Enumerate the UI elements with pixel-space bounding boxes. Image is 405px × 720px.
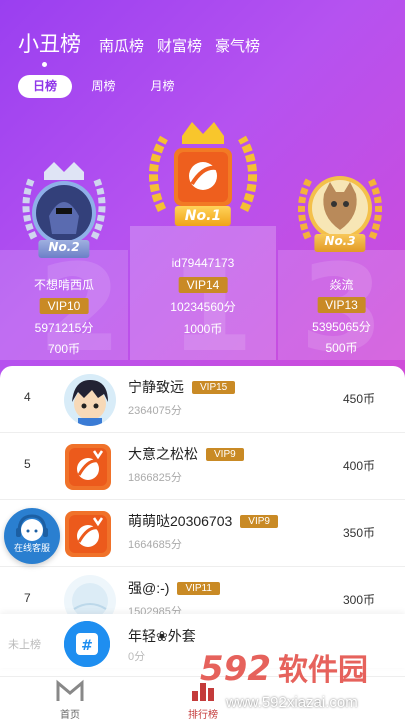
avatar: #	[64, 621, 110, 667]
watermark-url: www.592xiazai.com	[226, 694, 358, 711]
user-score: 2364075分	[128, 405, 182, 417]
period-tabs: 日榜 周榜 月榜	[18, 75, 194, 98]
podium-second-name: 不想啃西瓜	[33, 278, 94, 292]
app-logo-icon	[65, 444, 111, 490]
podium-third-coins: 500币	[325, 341, 358, 355]
list-item[interactable]: 5 大意之松松 VIP9 1866825分 400币	[0, 433, 405, 500]
podium-second-score: 5971215分	[34, 321, 94, 335]
nav-home[interactable]: 首页	[50, 679, 90, 720]
rank-badge: No.3	[314, 234, 366, 252]
tab-generous-ranking[interactable]: 豪气榜	[215, 35, 260, 56]
rank-badge: No.2	[38, 240, 90, 258]
rank-badge: No.1	[174, 206, 232, 226]
podium-second[interactable]: No.2 不想啃西瓜 VIP10 5971215分 700币	[0, 150, 128, 360]
user-name: 强@:-) VIP11	[128, 578, 220, 598]
my-rank-status: 未上榜	[8, 639, 41, 651]
silver-laurel-medal: No.2	[14, 158, 114, 258]
user-score: 1664685分	[128, 539, 182, 551]
avatar	[64, 443, 112, 491]
cartoon-boy-avatar-icon	[64, 374, 116, 426]
coin-amount: 400币	[342, 459, 375, 473]
svg-text:软件园: 软件园	[278, 653, 368, 688]
user-score: 1866825分	[128, 472, 182, 484]
my-score: 0分	[128, 651, 146, 663]
home-m-icon	[56, 679, 84, 701]
list-item[interactable]: 6 萌萌哒20306703VIP9 1664685分 350币	[0, 500, 405, 567]
rank-number: 5	[24, 457, 31, 471]
user-name: 宁静致远 VIP15	[128, 377, 236, 397]
vip-badge: VIP9	[240, 515, 278, 528]
podium-first-vip: VIP14	[178, 277, 228, 293]
tab-monthly[interactable]: 月榜	[135, 75, 190, 98]
podium-first-score: 10234560分	[170, 300, 236, 314]
podium-pillar	[130, 226, 276, 360]
ranking-type-tabs: 小丑榜 南瓜榜 财富榜 豪气榜	[18, 28, 273, 67]
vip-badge: VIP15	[192, 381, 236, 394]
podium-second-coins: 700币	[47, 342, 81, 356]
vip-badge: VIP9	[206, 448, 244, 461]
leaderboard-hero: 2 1 3 小丑榜 南瓜榜 财富榜 豪气榜 日榜 周榜 月榜 No.2 不想	[0, 0, 405, 378]
coin-amount: 350币	[342, 526, 375, 540]
svg-text:#: #	[81, 638, 93, 654]
podium-third-score: 5395065分	[312, 320, 371, 334]
rank-number: 4	[24, 390, 31, 404]
svg-text:592: 592	[200, 649, 271, 689]
my-name: 年轻❀外套	[128, 628, 196, 644]
user-name: 萌萌哒20306703 VIP9	[128, 511, 278, 531]
nav-home-label: 首页	[60, 710, 80, 720]
customer-service-button[interactable]: 在线客服	[4, 508, 60, 564]
podium-first-coins: 1000币	[183, 322, 223, 336]
customer-service-label: 在线客服	[13, 543, 50, 553]
watermark: 592 软件园 www.592xiazai.com	[196, 640, 405, 720]
headset-icon	[16, 514, 48, 541]
list-item[interactable]: 4 宁静致远 VIP15 2364075分 450币	[0, 366, 405, 433]
bronze-laurel-medal: No.3	[290, 160, 390, 256]
podium-first[interactable]: No.1 id79447173 VIP14 10234560分 1000币	[130, 118, 276, 360]
avatar	[64, 374, 116, 426]
hashtag-avatar-icon: #	[64, 621, 110, 667]
podium-third-name: 焱流	[329, 278, 354, 292]
tab-pumpkin-ranking[interactable]: 南瓜榜	[99, 35, 144, 56]
podium-first-name: id79447173	[171, 256, 235, 270]
tab-wealth-ranking[interactable]: 财富榜	[157, 35, 202, 56]
rank-number: 7	[24, 591, 31, 605]
coin-amount: 450币	[342, 392, 375, 406]
tab-clown-ranking[interactable]: 小丑榜	[18, 28, 81, 67]
gold-laurel-medal: No.1	[140, 118, 266, 230]
coin-amount: 300币	[342, 593, 375, 607]
tab-weekly[interactable]: 周榜	[76, 75, 131, 98]
podium-second-vip: VIP10	[39, 298, 89, 314]
podium-third-vip: VIP13	[317, 297, 366, 313]
podium-third[interactable]: No.3 焱流 VIP13 5395065分 500币	[278, 158, 405, 360]
app-logo-icon	[65, 511, 111, 557]
tab-daily[interactable]: 日榜	[18, 75, 72, 98]
vip-badge: VIP11	[177, 582, 220, 595]
user-name: 大意之松松 VIP9	[128, 444, 244, 464]
avatar	[64, 510, 112, 558]
